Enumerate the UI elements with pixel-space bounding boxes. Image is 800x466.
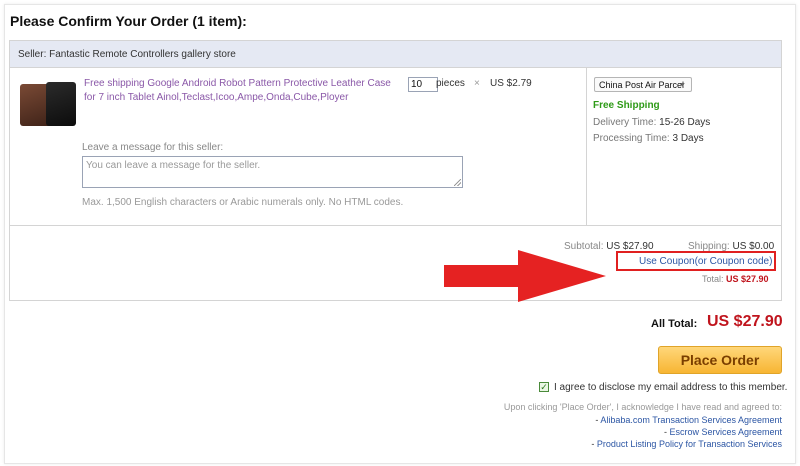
order-total-value: US $27.90 (726, 274, 769, 284)
agreement-link-text[interactable]: Product Listing Policy for Transaction S… (597, 439, 782, 449)
agree-text: I agree to disclose my email address to … (554, 382, 788, 393)
quantity-input[interactable]: 10 (408, 77, 438, 92)
agreement-link[interactable]: - Product Listing Policy for Transaction… (591, 439, 782, 449)
place-order-button[interactable]: Place Order (658, 346, 782, 374)
seller-bar: Seller: Fantastic Remote Controllers gal… (10, 41, 781, 68)
unit-price: US $2.79 (490, 78, 532, 89)
resize-grip-icon[interactable] (454, 179, 461, 186)
summary-divider (10, 225, 781, 226)
order-panel: Seller: Fantastic Remote Controllers gal… (9, 40, 782, 301)
order-total: Total: US $27.90 (702, 274, 769, 284)
page-title: Please Confirm Your Order (1 item): (10, 13, 247, 29)
free-shipping-label: Free Shipping (593, 100, 660, 111)
agree-checkbox[interactable]: ✓ (539, 382, 549, 392)
order-total-label: Total: (702, 274, 724, 284)
shipping-method-value: China Post Air Parcel (599, 80, 685, 90)
message-note: Max. 1,500 English characters or Arabic … (82, 197, 404, 208)
delivery-time-value: 15-26 Days (659, 117, 711, 128)
use-coupon-link[interactable]: Use Coupon(or Coupon code) (639, 256, 772, 267)
chevron-down-icon: ▼ (679, 82, 686, 89)
column-divider (586, 68, 587, 225)
agreement-link[interactable]: - Alibaba.com Transaction Services Agree… (595, 415, 782, 425)
message-placeholder: You can leave a message for the seller. (86, 160, 261, 171)
leather-case-thumbnail[interactable] (20, 82, 78, 128)
agreement-link-text[interactable]: Alibaba.com Transaction Services Agreeme… (600, 415, 782, 425)
message-textarea[interactable]: You can leave a message for the seller. (82, 156, 463, 188)
agreement-link-text[interactable]: Escrow Services Agreement (669, 427, 782, 437)
all-total-value: US $27.90 (707, 313, 783, 330)
processing-time: Processing Time: 3 Days (593, 133, 704, 144)
processing-time-value: 3 Days (672, 133, 704, 144)
message-label: Leave a message for this seller: (82, 142, 224, 153)
processing-time-label: Processing Time: (593, 133, 670, 144)
shipping-method-select[interactable]: China Post Air Parcel ▼ (594, 77, 692, 92)
times-symbol: × (474, 78, 480, 89)
annotation-arrow-icon (444, 250, 606, 302)
delivery-time: Delivery Time: 15-26 Days (593, 117, 710, 128)
black-case-image (46, 82, 76, 126)
delivery-time-label: Delivery Time: (593, 117, 657, 128)
all-total-label: All Total: (651, 318, 698, 330)
quantity-unit: pieces (436, 78, 465, 89)
agreement-link[interactable]: - Escrow Services Agreement (664, 427, 782, 437)
product-title-link[interactable]: Free shipping Google Android Robot Patte… (84, 77, 402, 105)
acknowledge-text: Upon clicking 'Place Order', I acknowled… (503, 402, 782, 412)
